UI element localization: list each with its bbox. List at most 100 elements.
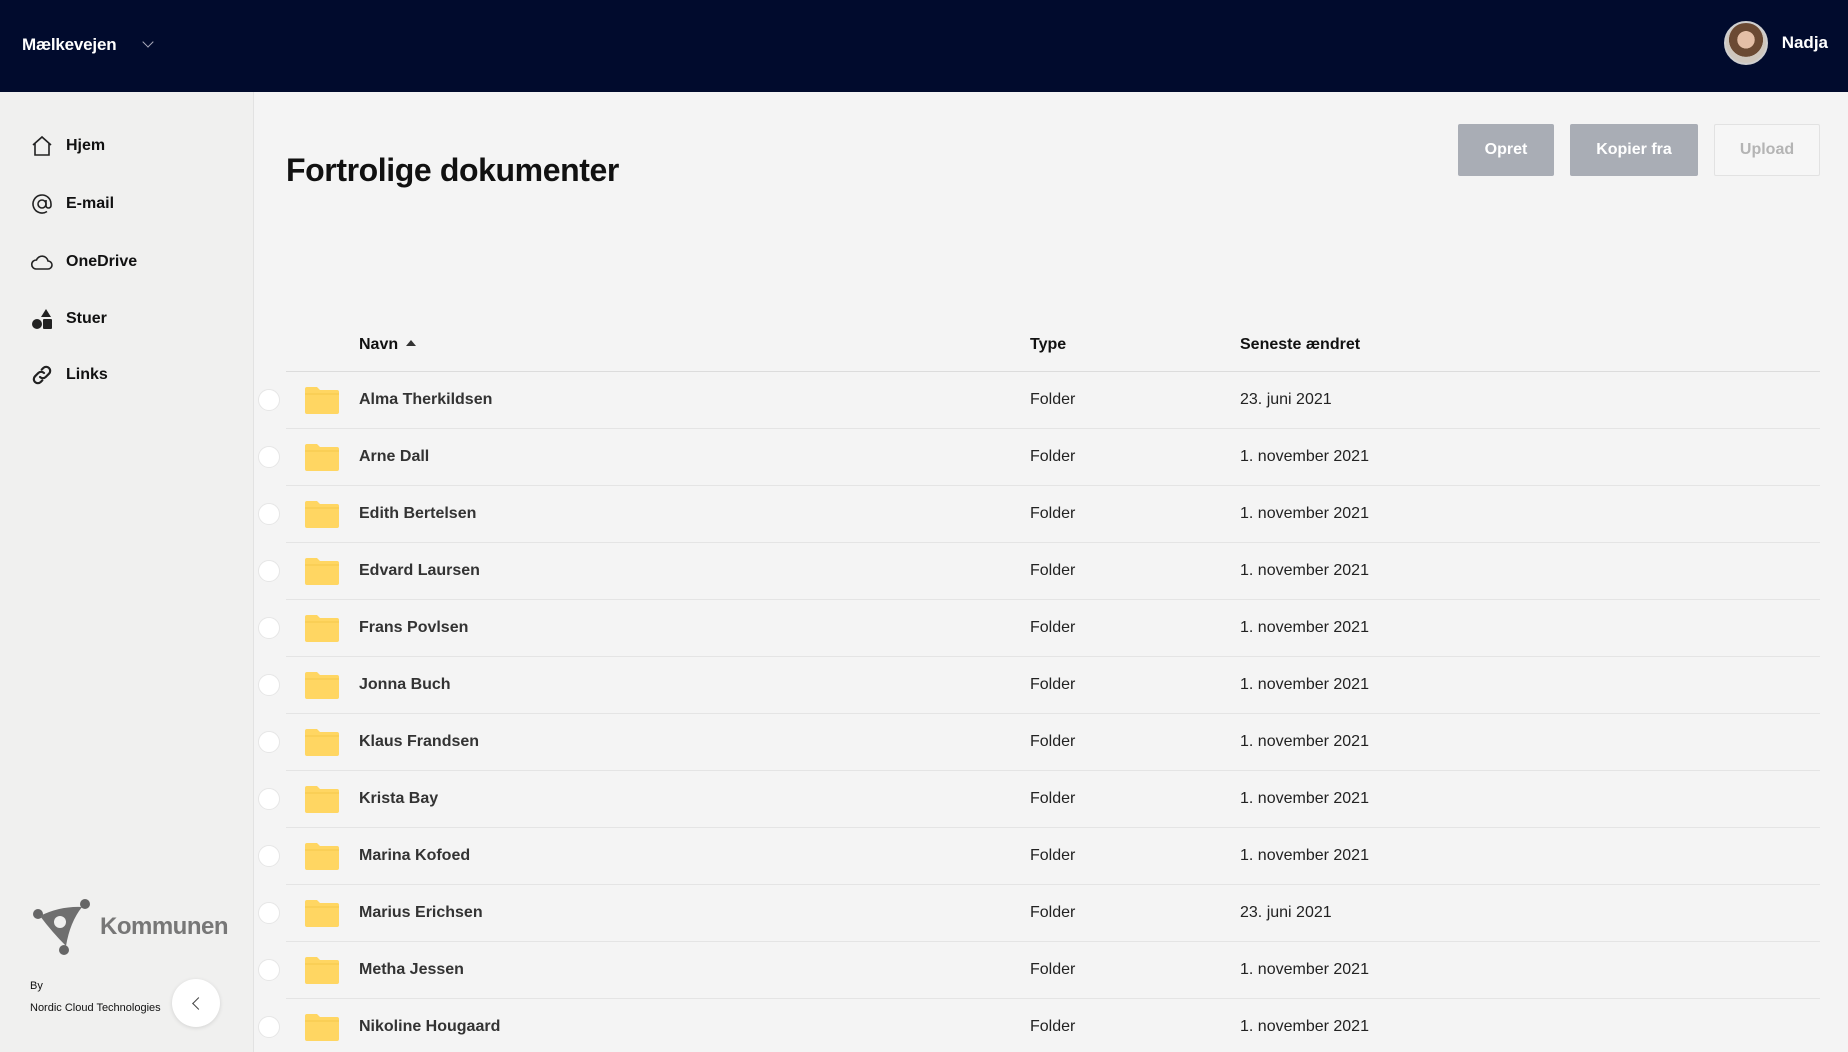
column-header-name[interactable]: Navn (359, 336, 417, 354)
table-body: Alma Therkildsen Folder 23. juni 2021 Arne … (254, 372, 1820, 1052)
row-type: Folder (1030, 448, 1076, 465)
row-select-radio[interactable] (258, 617, 280, 639)
at-sign-icon (32, 194, 52, 214)
row-select-radio[interactable] (258, 446, 280, 468)
table-row[interactable]: Krista Bay Folder 1. november 2021 (254, 771, 1820, 828)
kommunen-logo: Kommunen (30, 898, 229, 956)
row-name: Jonna Buch (359, 676, 451, 693)
row-modified: 1. november 2021 (1240, 1018, 1369, 1035)
column-header-type[interactable]: Type (1030, 336, 1066, 354)
row-name: Klaus Frandsen (359, 733, 480, 750)
folder-icon (305, 501, 339, 528)
row-type: Folder (1030, 1018, 1076, 1035)
vendor-name: Nordic Cloud Technologies (30, 1002, 161, 1014)
row-modified: 1. november 2021 (1240, 505, 1369, 522)
chevron-down-icon (142, 36, 155, 48)
row-select-radio[interactable] (258, 560, 280, 582)
row-name: Edith Bertelsen (359, 505, 477, 522)
sidebar-item-links[interactable]: Links (30, 358, 108, 392)
create-button[interactable]: Opret (1458, 124, 1554, 176)
row-select-radio[interactable] (258, 1016, 280, 1038)
folder-icon (305, 843, 339, 870)
table-row[interactable]: Jonna Buch Folder 1. november 2021 (254, 657, 1820, 714)
folder-icon (305, 957, 339, 984)
row-type: Folder (1030, 733, 1076, 750)
logo-icon (33, 899, 90, 955)
org-name: Mælkevejen (22, 35, 117, 54)
top-bar: Mælkevejen Nadja (0, 0, 1848, 92)
table-row[interactable]: Frans Povlsen Folder 1. november 2021 (254, 600, 1820, 657)
sidebar-item-label: Links (66, 366, 108, 383)
row-type: Folder (1030, 904, 1076, 921)
folder-icon (305, 558, 339, 585)
row-name: Alma Therkildsen (359, 391, 493, 408)
collapse-sidebar-button[interactable] (172, 979, 220, 1027)
row-modified: 1. november 2021 (1240, 790, 1369, 807)
row-select-radio[interactable] (258, 503, 280, 525)
row-type: Folder (1030, 562, 1076, 579)
row-type: Folder (1030, 790, 1076, 807)
by-label: By (30, 980, 43, 992)
folder-icon (305, 387, 339, 414)
row-modified: 1. november 2021 (1240, 562, 1369, 579)
sidebar-item-label: Stuer (66, 310, 107, 327)
user-name: Nadja (1781, 33, 1828, 52)
row-type: Folder (1030, 676, 1076, 693)
row-select-radio[interactable] (258, 389, 280, 411)
row-modified: 1. november 2021 (1240, 448, 1369, 465)
row-select-radio[interactable] (258, 902, 280, 924)
column-header-modified[interactable]: Seneste ændret (1240, 336, 1360, 354)
table-row[interactable]: Arne Dall Folder 1. november 2021 (254, 429, 1820, 486)
row-select-radio[interactable] (258, 674, 280, 696)
avatar (1723, 21, 1768, 65)
sort-ascending-icon (406, 340, 417, 347)
folder-icon (305, 1014, 339, 1041)
folder-icon (305, 729, 339, 756)
row-modified: 23. juni 2021 (1240, 391, 1332, 408)
chevron-left-icon (191, 996, 205, 1010)
user-menu[interactable]: Nadja (1723, 21, 1828, 65)
table-row[interactable]: Nikoline Hougaard Folder 1. november 2021 (254, 999, 1820, 1052)
table-row[interactable]: Marina Kofoed Folder 1. november 2021 (254, 828, 1820, 885)
sidebar-item-label: Hjem (66, 137, 106, 154)
upload-button[interactable]: Upload (1714, 124, 1820, 176)
table-row[interactable]: Klaus Frandsen Folder 1. november 2021 (254, 714, 1820, 771)
folder-icon (305, 444, 339, 471)
home-icon (32, 135, 52, 156)
row-select-radio[interactable] (258, 845, 280, 867)
row-type: Folder (1030, 619, 1076, 636)
row-modified: 1. november 2021 (1240, 961, 1369, 978)
sidebar-item-label: E-mail (66, 195, 115, 212)
row-name: Edvard Laursen (359, 562, 480, 579)
row-type: Folder (1030, 505, 1076, 522)
row-select-radio[interactable] (258, 959, 280, 981)
folder-icon (305, 900, 339, 927)
table-row[interactable]: Edith Bertelsen Folder 1. november 2021 (254, 486, 1820, 543)
table-row[interactable]: Metha Jessen Folder 1. november 2021 (254, 942, 1820, 999)
table-row[interactable]: Alma Therkildsen Folder 23. juni 2021 (254, 372, 1820, 429)
row-type: Folder (1030, 961, 1076, 978)
row-select-radio[interactable] (258, 788, 280, 810)
row-select-radio[interactable] (258, 731, 280, 753)
sidebar-item-email[interactable]: E-mail (30, 187, 114, 221)
copy-from-button[interactable]: Kopier fra (1570, 124, 1698, 176)
documents-table: Navn Type Seneste ændret Alma Therkildse… (254, 322, 1820, 1052)
sidebar-item-stuer[interactable]: Stuer (30, 302, 107, 336)
logo-text: Kommunen (100, 913, 229, 940)
row-type: Folder (1030, 391, 1076, 408)
row-name: Marius Erichsen (359, 904, 483, 921)
sidebar-item-hjem[interactable]: Hjem (30, 129, 105, 163)
sidebar-item-label: OneDrive (66, 253, 138, 270)
row-modified: 1. november 2021 (1240, 676, 1369, 693)
row-name: Marina Kofoed (359, 847, 471, 864)
row-modified: 23. juni 2021 (1240, 904, 1332, 921)
row-name: Arne Dall (359, 448, 430, 465)
org-switcher[interactable]: Mælkevejen (22, 30, 155, 60)
table-header: Navn Type Seneste ændret (286, 322, 1820, 372)
page-title: Fortrolige dokumenter (286, 152, 619, 188)
sidebar-item-onedrive[interactable]: OneDrive (30, 245, 137, 279)
row-name: Metha Jessen (359, 961, 464, 978)
table-row[interactable]: Edvard Laursen Folder 1. november 2021 (254, 543, 1820, 600)
table-row[interactable]: Marius Erichsen Folder 23. juni 2021 (254, 885, 1820, 942)
row-modified: 1. november 2021 (1240, 619, 1369, 636)
